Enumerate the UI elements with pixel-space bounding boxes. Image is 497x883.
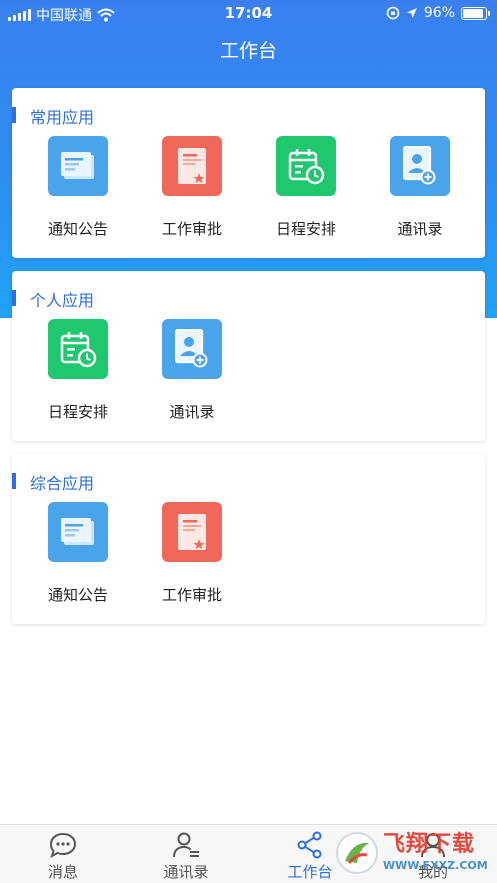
watermark-title: 飞翔下载: [383, 832, 476, 857]
app-label: 通讯录: [397, 220, 443, 238]
page-title: 工作台: [219, 40, 277, 62]
section-title: 个人应用: [30, 291, 95, 310]
tab-contacts[interactable]: 通讯录: [141, 831, 231, 882]
battery-icon: [461, 6, 490, 20]
app-approval[interactable]: 工作审批: [147, 136, 237, 239]
approval-icon: [162, 502, 222, 562]
app-schedule[interactable]: 日程安排: [261, 136, 351, 239]
watermark: 飞翔下载 WWW.FXXZ.COM: [335, 822, 495, 883]
app-schedule[interactable]: 日程安排: [33, 319, 123, 422]
app-contacts[interactable]: 通讯录: [375, 136, 465, 239]
tab-label: 通讯录: [163, 863, 209, 881]
watermark-logo-icon: [336, 831, 378, 874]
location-icon: [406, 8, 417, 18]
tab-label: 消息: [47, 863, 78, 881]
section-title: 常用应用: [30, 108, 95, 127]
rotation-lock-icon: [386, 6, 400, 20]
watermark-url: WWW.FXXZ.COM: [383, 859, 488, 872]
app-label: 工作审批: [161, 220, 222, 238]
app-label: 日程安排: [275, 220, 336, 238]
contacts-icon: [390, 136, 450, 196]
approval-icon: [162, 136, 222, 196]
app-contacts[interactable]: 通讯录: [147, 319, 237, 422]
app-label: 通知公告: [47, 220, 108, 238]
app-label: 工作审批: [161, 586, 222, 604]
app-approval[interactable]: 工作审批: [147, 502, 237, 605]
section-personal-apps: 个人应用 日程安排 通讯录: [12, 271, 485, 441]
app-notice[interactable]: 通知公告: [33, 136, 123, 239]
calendar-icon: [276, 136, 336, 196]
section-marker: [12, 290, 16, 306]
calendar-icon: [48, 319, 108, 379]
status-bar: 中国联通 17:04 96%: [0, 0, 497, 28]
app-label: 通讯录: [169, 403, 215, 421]
share-nodes-icon: [297, 831, 322, 859]
contacts-tab-icon: [173, 832, 199, 858]
notice-icon: [48, 502, 108, 562]
app-label: 通知公告: [47, 586, 108, 604]
contacts-icon: [162, 319, 222, 379]
section-marker: [12, 107, 16, 123]
section-general-apps: 综合应用 通知公告 工作审批: [12, 454, 485, 624]
section-title: 综合应用: [30, 474, 95, 493]
notice-icon: [48, 136, 108, 196]
section-common-apps: 常用应用 通知公告 工作审批 日程安排 通讯录: [12, 88, 485, 258]
app-label: 日程安排: [47, 403, 108, 421]
battery-percent: 96%: [423, 5, 455, 21]
chat-icon: [49, 832, 77, 858]
tab-messages[interactable]: 消息: [18, 831, 108, 882]
app-notice[interactable]: 通知公告: [33, 502, 123, 605]
section-marker: [12, 473, 16, 489]
